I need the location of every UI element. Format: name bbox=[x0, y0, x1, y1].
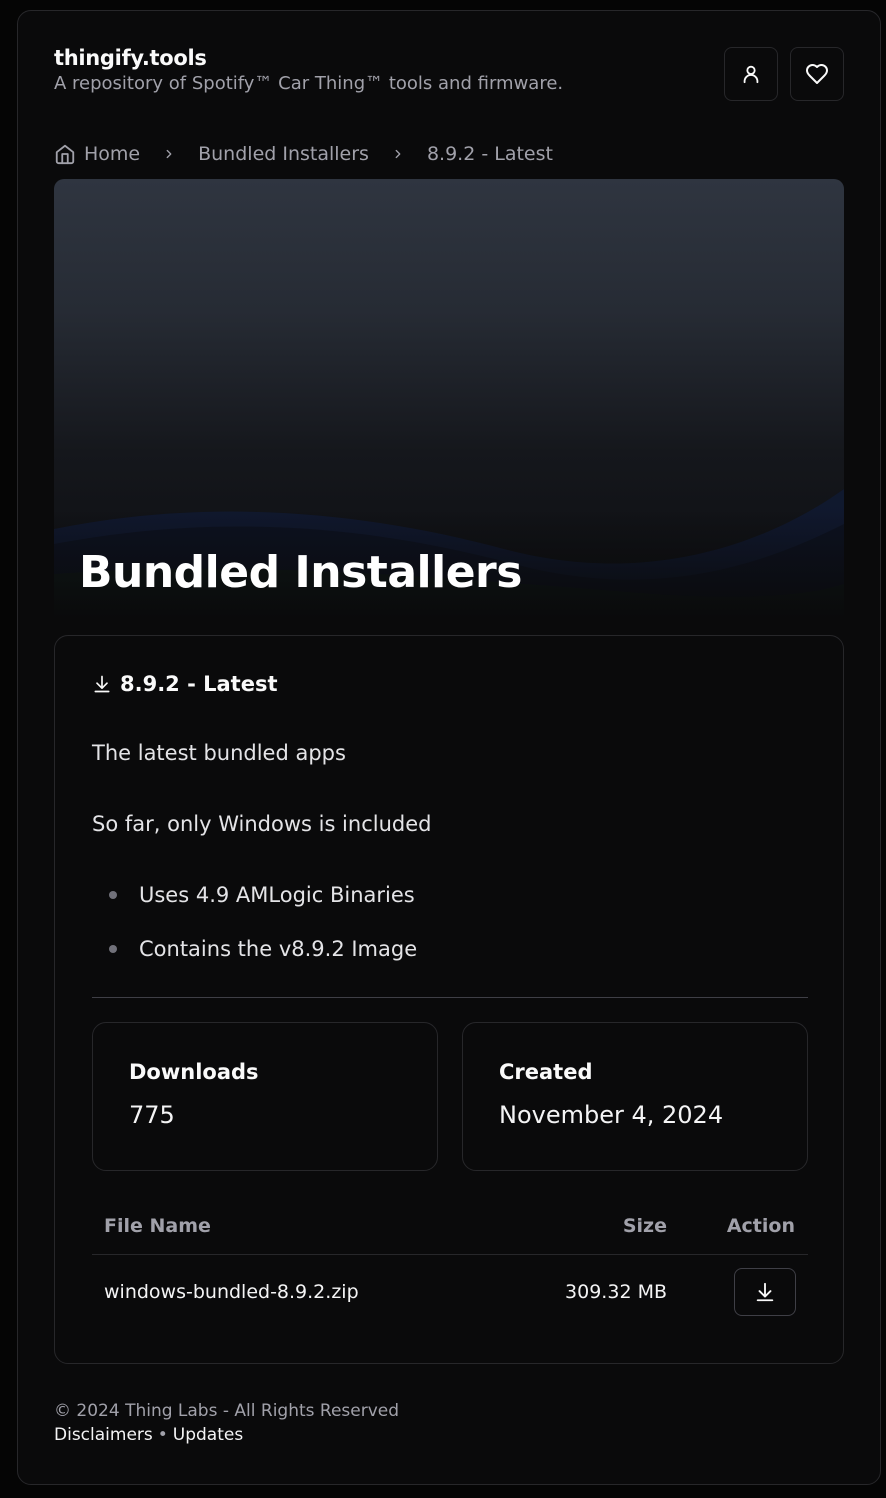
list-item-text: Uses 4.9 AMLogic Binaries bbox=[139, 883, 415, 907]
site-brand[interactable]: thingify.tools bbox=[54, 46, 563, 70]
hero-banner: Bundled Installers bbox=[54, 179, 844, 619]
release-title-label: 8.9.2 - Latest bbox=[120, 672, 278, 696]
download-file-button[interactable] bbox=[734, 1268, 796, 1316]
favorites-button[interactable] bbox=[790, 47, 844, 101]
bullet-icon bbox=[109, 891, 117, 899]
files-table: File Name Size Action windows-bundled-8.… bbox=[92, 1208, 808, 1331]
column-header-action: Action bbox=[726, 1215, 795, 1237]
heart-icon bbox=[806, 64, 828, 84]
downloads-label: Downloads bbox=[129, 1060, 259, 1084]
release-card: 8.9.2 - Latest The latest bundled apps S… bbox=[54, 635, 844, 1364]
table-row: windows-bundled-8.9.2.zip 309.32 MB bbox=[92, 1255, 808, 1331]
footer-links: Disclaimers • Updates bbox=[54, 1425, 399, 1445]
bullet-icon bbox=[109, 945, 117, 953]
release-notes-list: Uses 4.9 AMLogic Binaries Contains the v… bbox=[92, 881, 417, 989]
breadcrumb-section[interactable]: Bundled Installers bbox=[198, 143, 369, 165]
created-value: November 4, 2024 bbox=[499, 1101, 724, 1129]
home-icon bbox=[55, 144, 75, 165]
copyright-text: © 2024 Thing Labs - All Rights Reserved bbox=[54, 1401, 400, 1421]
file-size-cell: 309.32 MB bbox=[565, 1281, 667, 1303]
downloads-value: 775 bbox=[129, 1101, 175, 1129]
footer-separator: • bbox=[157, 1425, 168, 1445]
release-description-line: The latest bundled apps bbox=[92, 741, 346, 765]
table-header-row: File Name Size Action bbox=[92, 1208, 808, 1255]
created-label: Created bbox=[499, 1060, 593, 1084]
download-icon bbox=[756, 1282, 774, 1302]
file-name-cell: windows-bundled-8.9.2.zip bbox=[104, 1281, 359, 1303]
column-header-size: Size bbox=[622, 1215, 667, 1237]
downloads-stat-card: Downloads 775 bbox=[92, 1022, 438, 1171]
disclaimers-link[interactable]: Disclaimers bbox=[54, 1425, 153, 1445]
breadcrumb: Home Bundled Installers 8.9.2 - Latest bbox=[54, 139, 553, 169]
breadcrumb-home-label: Home bbox=[84, 143, 141, 165]
account-button[interactable] bbox=[724, 47, 778, 101]
divider bbox=[92, 997, 808, 998]
breadcrumb-current: 8.9.2 - Latest bbox=[426, 143, 553, 165]
site-footer: © 2024 Thing Labs - All Rights Reserved … bbox=[54, 1401, 399, 1445]
created-stat-card: Created November 4, 2024 bbox=[462, 1022, 808, 1171]
site-header: thingify.tools A repository of Spotify™ … bbox=[54, 46, 563, 94]
chevron-right-icon bbox=[391, 147, 405, 161]
list-item: Contains the v8.9.2 Image bbox=[92, 935, 417, 989]
user-icon bbox=[743, 65, 759, 84]
chevron-right-icon bbox=[162, 147, 176, 161]
list-item-text: Contains the v8.9.2 Image bbox=[139, 937, 418, 961]
updates-link[interactable]: Updates bbox=[173, 1425, 243, 1445]
hero-title: Bundled Installers bbox=[79, 547, 522, 598]
column-header-file-name: File Name bbox=[104, 1215, 211, 1237]
release-description-line: So far, only Windows is included bbox=[92, 812, 432, 836]
site-tagline: A repository of Spotify™ Car Thing™ tool… bbox=[54, 73, 564, 94]
release-title: 8.9.2 - Latest bbox=[92, 672, 278, 696]
download-icon bbox=[94, 675, 110, 693]
breadcrumb-home[interactable]: Home bbox=[54, 143, 140, 165]
list-item: Uses 4.9 AMLogic Binaries bbox=[92, 881, 417, 935]
